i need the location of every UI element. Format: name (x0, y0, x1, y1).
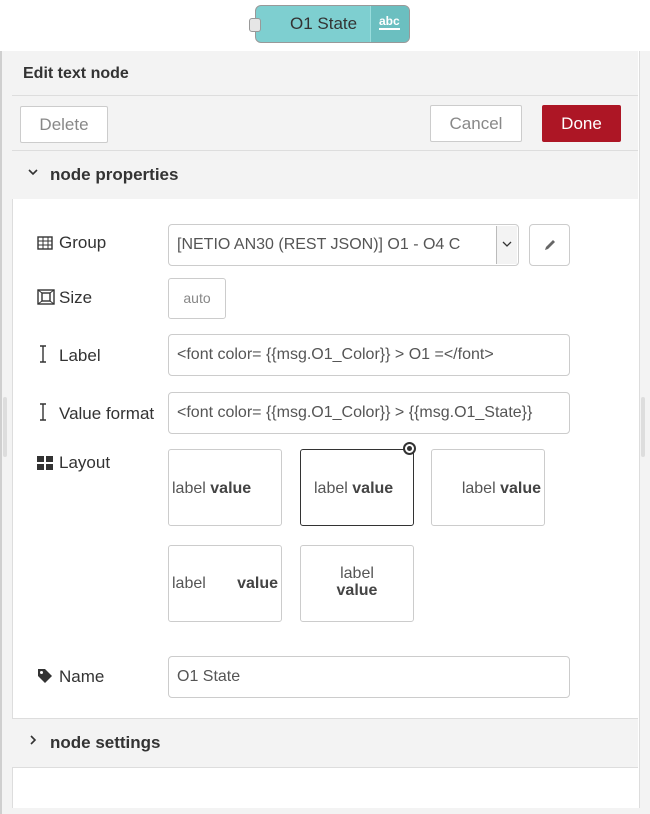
section-divider (12, 767, 638, 768)
group-select[interactable]: [NETIO AN30 (REST JSON)] O1 - O4 C (168, 224, 519, 266)
tray-toolbar: Delete Cancel Done (12, 96, 638, 151)
layout-option-label: label (172, 575, 206, 592)
layout-option-value: value (237, 575, 278, 592)
section-node-settings[interactable]: node settings (12, 719, 638, 767)
group-select-value: [NETIO AN30 (REST JSON)] O1 - O4 C (177, 236, 461, 253)
left-resize-grip[interactable] (3, 397, 7, 457)
tray-header: Edit text node (12, 51, 638, 96)
layout-option-column[interactable]: label value (300, 545, 414, 622)
format-label-text: Value format (59, 404, 155, 423)
label-input[interactable]: <font color= {{msg.O1_Color}} > O1 =</fo… (168, 334, 570, 376)
label-label-text: Label (59, 346, 101, 365)
delete-button[interactable]: Delete (20, 106, 108, 143)
layout-option-row-right[interactable]: label value (431, 449, 545, 526)
edit-group-button[interactable] (529, 224, 570, 266)
layout-option-label: label (340, 565, 374, 582)
group-label-text: Group (59, 233, 107, 252)
section-node-properties[interactable]: node properties (12, 151, 638, 199)
name-label: Name (37, 667, 104, 687)
format-label: Value format (37, 403, 154, 424)
node-icon-text: abc (379, 14, 400, 30)
tray-left-edge (0, 51, 2, 814)
section-title-settings: node settings (50, 733, 161, 752)
label-label: Label (37, 345, 101, 366)
node-label: O1 State (290, 14, 358, 33)
text-cursor-icon (37, 403, 55, 421)
tag-icon (37, 668, 55, 684)
section-title-properties: node properties (50, 165, 179, 184)
text-cursor-icon (37, 345, 55, 363)
cancel-button[interactable]: Cancel (430, 105, 522, 142)
group-label: Group (37, 233, 106, 253)
layout-option-label: label (314, 480, 348, 497)
pencil-icon (545, 240, 555, 250)
resize-icon (37, 289, 55, 305)
layout-label: Layout (37, 453, 110, 473)
size-label-text: Size (59, 288, 93, 307)
layout-option-label: label (172, 480, 206, 497)
layout-option-label: label (461, 480, 496, 497)
size-label: Size (37, 288, 92, 308)
grid-icon (37, 455, 55, 471)
value-format-input[interactable]: <font color= {{msg.O1_Color}} > {{msg.O1… (168, 392, 570, 434)
chevron-down-icon[interactable] (496, 226, 517, 264)
layout-option-value: value (352, 480, 394, 497)
layout-option-value: value (500, 480, 541, 497)
layout-option-value: value (210, 480, 252, 497)
selected-indicator (403, 442, 416, 455)
name-input[interactable]: O1 State (168, 656, 570, 698)
layout-option-row-center[interactable]: label value (300, 442, 416, 526)
chevron-down-icon (27, 165, 39, 181)
name-label-text: Name (59, 667, 105, 686)
layout-label-text: Layout (59, 453, 111, 472)
layout-option-row-spread[interactable]: label value (168, 545, 282, 622)
layout-option-row-left[interactable]: label value (168, 449, 282, 526)
layout-option-value: value (336, 582, 378, 599)
node-input-port[interactable] (249, 18, 261, 32)
tray-title: Edit text node (23, 65, 129, 82)
size-button[interactable]: auto (168, 278, 226, 319)
done-button[interactable]: Done (542, 105, 621, 142)
right-scroll-grip[interactable] (641, 397, 645, 457)
text-node-icon: abc (370, 6, 409, 42)
chevron-right-icon (27, 733, 39, 749)
table-icon (37, 235, 55, 251)
flow-node[interactable]: O1 State abc (249, 5, 410, 43)
